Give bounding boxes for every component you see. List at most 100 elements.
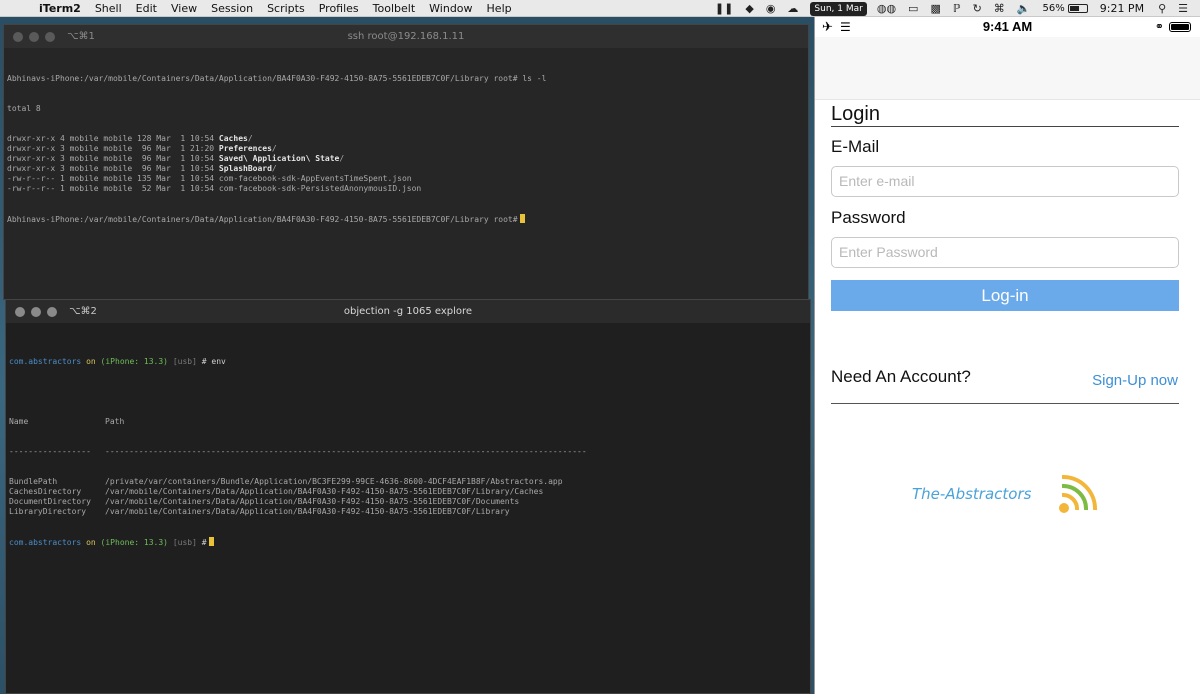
pause-icon[interactable]: ❚❚ — [715, 0, 733, 17]
command-line: Abhinavs-iPhone:/var/mobile/Containers/D… — [7, 74, 547, 83]
ls-entry-suffix: / — [339, 154, 345, 163]
iphone-simulator[interactable]: ✈ ☰ 9:41 AM ⚭ Login E-Mail Enter e-mail … — [814, 17, 1200, 694]
prompt-device: (iPhone: 13.3) — [100, 538, 168, 547]
terminal-window-ssh[interactable]: ⌥⌘1 ssh root@192.168.1.11 Abhinavs-iPhon… — [3, 24, 809, 300]
minimize-button[interactable] — [29, 31, 39, 42]
tab-shortcut: ⌥⌘1 — [67, 31, 95, 42]
menu-clock[interactable]: 9:21 PM — [1100, 2, 1144, 15]
terminal-titlebar[interactable]: ⌥⌘2 objection -g 1065 explore — [6, 300, 810, 323]
cursor — [519, 214, 525, 223]
prompt-command: env — [211, 357, 226, 366]
rule-name: ----------------- — [9, 447, 91, 456]
ls-entry-meta: -rw-r--r-- 1 mobile mobile 135 Mar 1 10:… — [7, 174, 219, 183]
env-path: /var/mobile/Containers/Data/Application/… — [105, 497, 520, 506]
terminal-output[interactable]: Abhinavs-iPhone:/var/mobile/Containers/D… — [4, 48, 808, 244]
prompt-app: com.abstractors — [9, 357, 82, 366]
objection-prompt-line: com.abstractors on (iPhone: 13.3) [usb] … — [9, 537, 807, 547]
ls-entry: -rw-r--r-- 1 mobile mobile 52 Mar 1 10:5… — [7, 184, 805, 194]
title-divider — [831, 126, 1179, 127]
battery-percent[interactable]: 56% — [1043, 3, 1065, 14]
menu-profiles[interactable]: Profiles — [319, 0, 359, 17]
need-account-label: Need An Account? — [831, 367, 971, 386]
terminal-window-objection[interactable]: ⌥⌘2 objection -g 1065 explore com.abstra… — [5, 299, 811, 694]
brand-logo: The-Abstractors — [912, 471, 1102, 517]
rule-path: ----------------------------------------… — [105, 447, 587, 456]
signup-link[interactable]: Sign-Up now — [1092, 372, 1178, 389]
menu-help[interactable]: Help — [487, 0, 512, 17]
email-label: E-Mail — [831, 137, 880, 156]
phone-status-bar: ✈ ☰ 9:41 AM ⚭ — [815, 17, 1200, 37]
cloud-upload-icon[interactable]: ☁ — [787, 0, 798, 17]
phone-clock: 9:41 AM — [982, 19, 1033, 34]
close-button[interactable] — [13, 31, 23, 42]
email-field[interactable]: Enter e-mail — [831, 166, 1179, 197]
menu-scripts[interactable]: Scripts — [267, 0, 305, 17]
ls-entry-suffix: / — [271, 164, 277, 173]
ls-entry-name: Caches — [218, 134, 248, 143]
env-row: LibraryDirectory/var/mobile/Containers/D… — [9, 507, 807, 517]
password-field[interactable]: Enter Password — [831, 237, 1179, 268]
record-icon[interactable]: ◉ — [766, 0, 776, 17]
env-table-rule: ----------------- -----------------------… — [9, 447, 807, 457]
terminal-titlebar[interactable]: ⌥⌘1 ssh root@192.168.1.11 — [4, 25, 808, 48]
env-row: CachesDirectory/var/mobile/Containers/Da… — [9, 487, 807, 497]
date-badge[interactable]: Sun, 1 Mar — [810, 1, 867, 16]
tab-shortcut: ⌥⌘2 — [69, 306, 97, 317]
menu-shell[interactable]: Shell — [95, 0, 122, 17]
minimize-button[interactable] — [31, 306, 41, 317]
display-icon[interactable]: ▩ — [930, 0, 940, 17]
battery-icon[interactable] — [1067, 4, 1088, 13]
menu-app-name[interactable]: iTerm2 — [39, 0, 81, 17]
ls-entry-name: Preferences — [218, 144, 272, 153]
volume-icon[interactable]: 🔈 — [1017, 0, 1031, 17]
shell-prompt: Abhinavs-iPhone:/var/mobile/Containers/D… — [7, 215, 518, 224]
zoom-button[interactable] — [47, 306, 57, 317]
ls-entry: drwxr-xr-x 3 mobile mobile 96 Mar 1 10:5… — [7, 154, 805, 164]
ls-entry: drwxr-xr-x 4 mobile mobile 128 Mar 1 10:… — [7, 134, 805, 144]
env-path: /var/mobile/Containers/Data/Application/… — [105, 507, 510, 516]
menu-edit[interactable]: Edit — [136, 0, 157, 17]
password-label: Password — [831, 208, 906, 227]
battery-icon — [1169, 22, 1191, 32]
prompt-transport: [usb] — [172, 357, 197, 366]
login-button[interactable]: Log-in — [831, 280, 1179, 311]
header-name: Name — [9, 417, 29, 426]
signup-divider — [831, 403, 1179, 404]
env-path: /private/var/containers/Bundle/Applicati… — [105, 477, 563, 486]
ls-entry-suffix: / — [247, 134, 253, 143]
window-title: objection -g 1065 explore — [343, 306, 473, 317]
ls-entry-meta: drwxr-xr-x 3 mobile mobile 96 Mar 1 21:2… — [7, 144, 219, 153]
menu-session[interactable]: Session — [211, 0, 253, 17]
close-button[interactable] — [15, 306, 25, 317]
control-icon[interactable]: ☰ — [1178, 0, 1188, 17]
env-row: DocumentDirectory/var/mobile/Containers/… — [9, 497, 807, 507]
cast-icon[interactable]: ▭ — [908, 0, 918, 17]
env-table-header: Name Path — [9, 417, 807, 427]
total-line: total 8 — [7, 104, 41, 113]
spotlight-icon[interactable]: ⚲ — [1158, 0, 1166, 17]
prompt-hash: # — [201, 538, 207, 547]
menu-toolbelt[interactable]: Toolbelt — [373, 0, 416, 17]
menu-view[interactable]: View — [171, 0, 197, 17]
zoom-button[interactable] — [45, 31, 55, 42]
ls-entry: drwxr-xr-x 3 mobile mobile 96 Mar 1 10:5… — [7, 164, 805, 174]
brand-name: The-Abstractors — [912, 485, 1032, 503]
menu-window[interactable]: Window — [429, 0, 472, 17]
time-machine-icon[interactable]: ↻ — [973, 0, 982, 17]
prompt-device: (iPhone: 13.3) — [100, 357, 168, 366]
ls-entry-name: com-facebook-sdk-AppEventsTimeSpent.json — [218, 174, 412, 183]
bluetooth-icon[interactable]: ℙ — [953, 0, 961, 17]
dropbox-icon[interactable]: ◆ — [745, 0, 753, 17]
prompt-app: com.abstractors — [9, 538, 82, 547]
orientation-lock-icon: ⚭ — [1154, 21, 1164, 33]
wifi-icon[interactable]: ⌘ — [994, 0, 1005, 17]
objection-prompt-line: com.abstractors on (iPhone: 13.3) [usb] … — [9, 357, 807, 367]
ls-entry-meta: drwxr-xr-x 3 mobile mobile 96 Mar 1 10:5… — [7, 154, 219, 163]
prompt-hash: # — [201, 357, 207, 366]
env-name: BundlePath — [9, 477, 58, 486]
terminal-output[interactable]: com.abstractors on (iPhone: 13.3) [usb] … — [6, 323, 810, 567]
cursor — [208, 537, 214, 546]
navigation-bar — [815, 37, 1200, 100]
env-name: DocumentDirectory — [9, 497, 91, 506]
glasses-icon[interactable]: ◍◍ — [877, 0, 896, 17]
